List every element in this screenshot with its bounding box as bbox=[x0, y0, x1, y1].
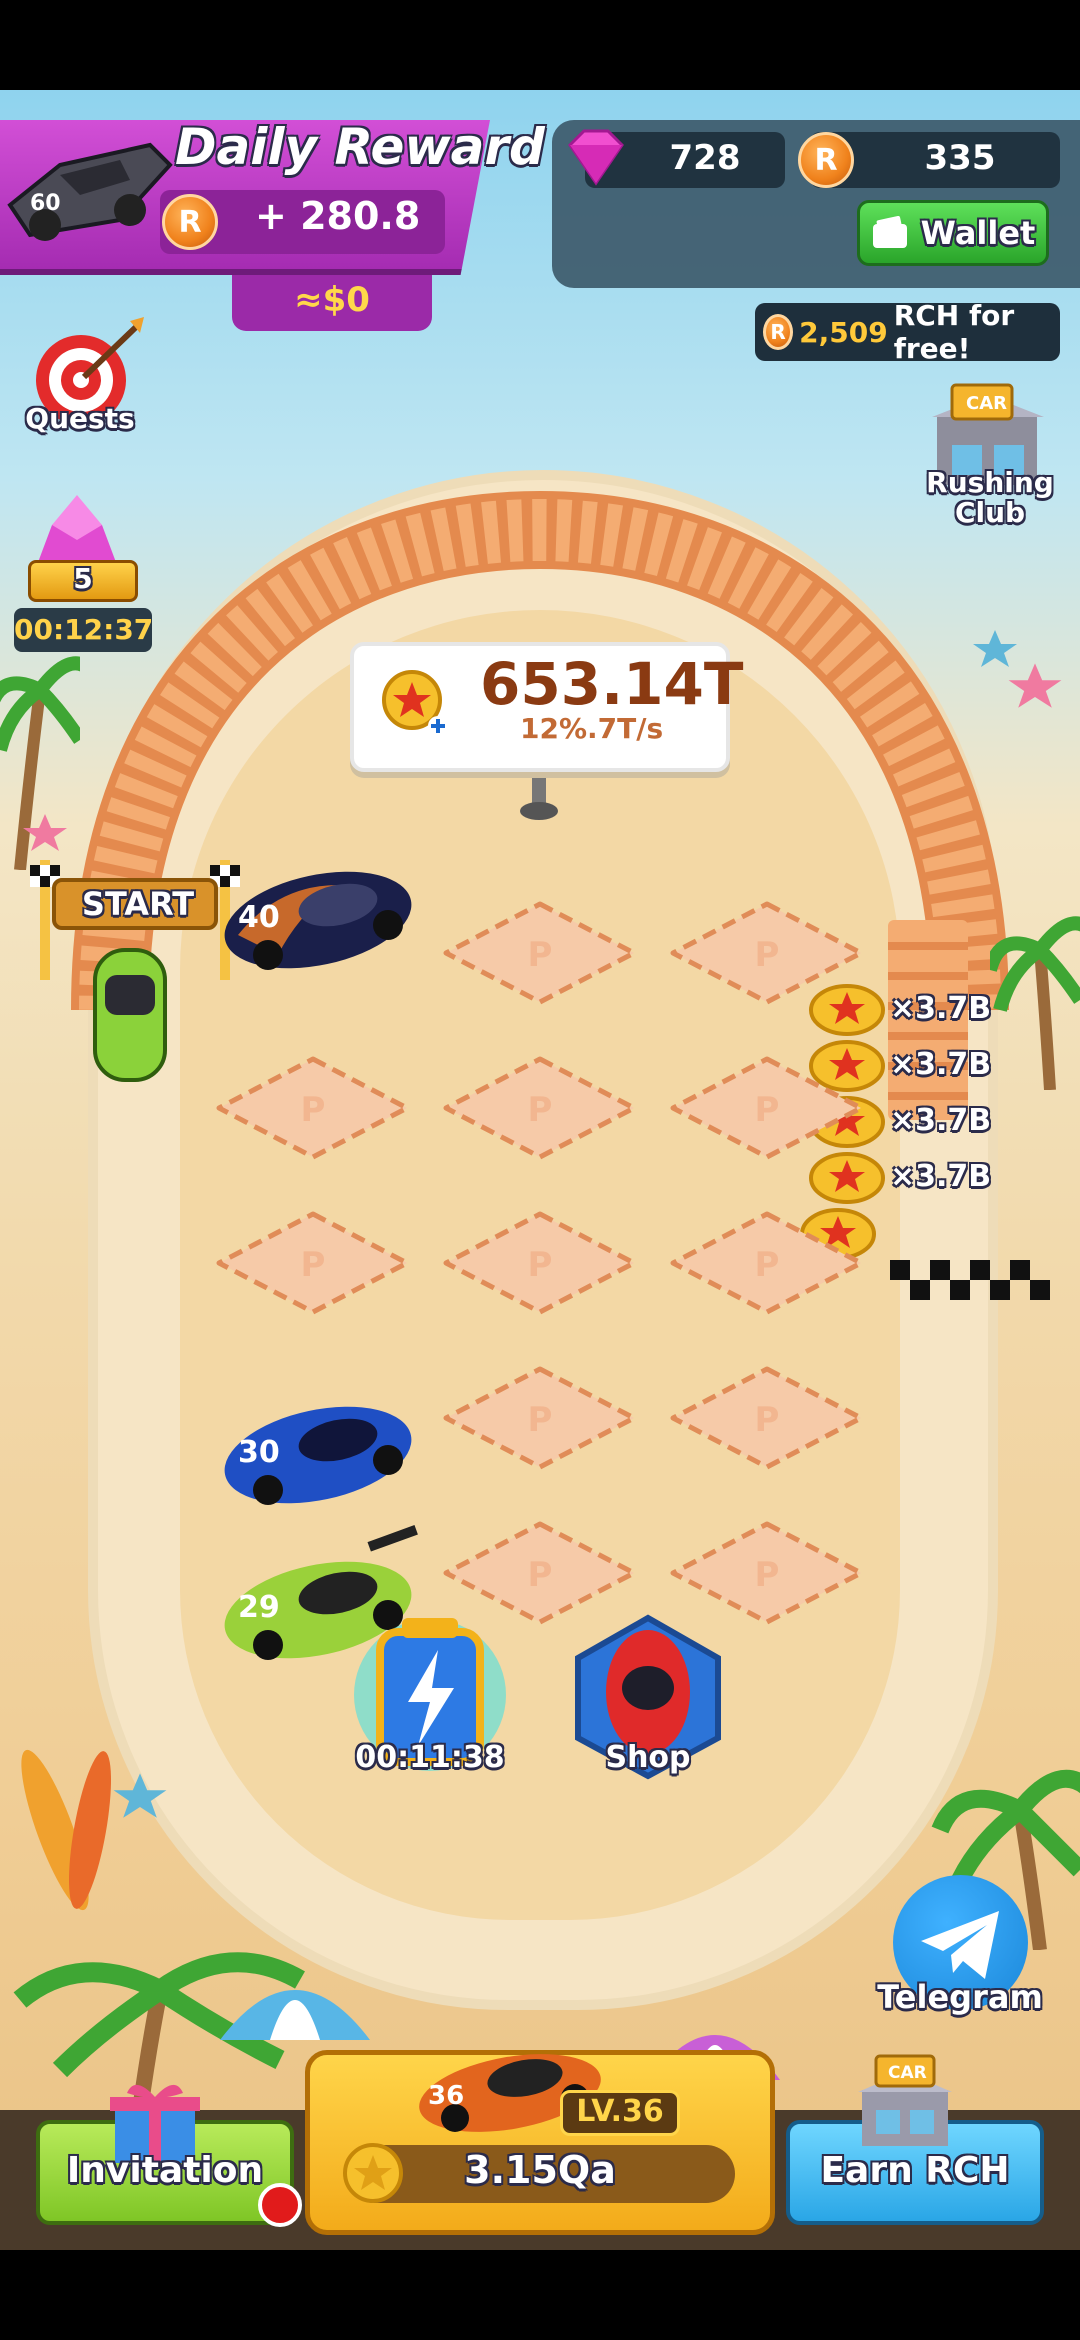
parked-car-40[interactable]: 40 bbox=[218, 845, 418, 975]
svg-text:P: P bbox=[528, 1555, 553, 1595]
svg-text:P: P bbox=[528, 1400, 553, 1440]
daily-reward-usd: ≈$0 bbox=[294, 280, 370, 320]
svg-text:P: P bbox=[528, 1245, 553, 1285]
multiplier-label: ×3.7B bbox=[890, 1046, 992, 1082]
shop-label: Shop bbox=[605, 1740, 691, 1775]
star-coin-plus-icon bbox=[382, 670, 448, 736]
starfish-icon bbox=[113, 1773, 167, 1818]
parking-slot[interactable]: P bbox=[440, 1053, 640, 1163]
wallet-button[interactable]: Wallet bbox=[857, 200, 1049, 266]
race-car-green[interactable] bbox=[80, 940, 180, 1090]
start-label: START bbox=[81, 885, 195, 923]
daily-reward-amount: + 280.8 bbox=[255, 194, 421, 238]
free-rch-text: RCH for free! bbox=[893, 299, 1015, 365]
quests-label: Quests bbox=[25, 402, 135, 435]
svg-text:P: P bbox=[528, 935, 553, 975]
parking-slot[interactable]: P bbox=[667, 1208, 867, 1318]
score-rate: 12%.7T/s bbox=[520, 712, 664, 745]
svg-text:CAR: CAR bbox=[966, 393, 1007, 414]
svg-text:P: P bbox=[755, 1090, 780, 1130]
car-shop-building-icon: CAR bbox=[858, 2054, 952, 2146]
svg-text:30: 30 bbox=[238, 1435, 280, 1470]
svg-text:P: P bbox=[528, 1090, 553, 1130]
surfboards bbox=[21, 1749, 112, 1911]
level-label: LV.36 bbox=[576, 2094, 664, 2129]
parking-slot[interactable]: P bbox=[213, 1208, 413, 1318]
svg-text:29: 29 bbox=[238, 1590, 280, 1625]
rushing-club-label-line1: Rushing bbox=[926, 466, 1054, 499]
rch-coin-icon: R bbox=[798, 132, 854, 188]
parking-slot[interactable]: P bbox=[213, 1053, 413, 1163]
multiplier-label: ×3.7B bbox=[890, 1158, 992, 1194]
parking-slot[interactable]: P bbox=[667, 898, 867, 1008]
multiplier-label: ×3.7B bbox=[890, 1102, 992, 1138]
parking-slot[interactable]: P bbox=[667, 1363, 867, 1473]
rch-coin-icon: R bbox=[162, 194, 218, 250]
wallet-label: Wallet bbox=[920, 214, 1036, 252]
parked-car-30[interactable]: 30 bbox=[218, 1380, 418, 1510]
starfish-icon bbox=[23, 814, 67, 851]
boost-timer: 00:11:38 bbox=[355, 1740, 505, 1775]
svg-text:P: P bbox=[755, 1400, 780, 1440]
svg-text:40: 40 bbox=[238, 900, 280, 935]
rushing-club-label-line2: Club bbox=[954, 496, 1026, 529]
score-sign-base bbox=[520, 802, 558, 820]
svg-text:P: P bbox=[301, 1090, 326, 1130]
game-screen: 60 Daily Reward R + 280.8 ≈$0 728 R 335 … bbox=[0, 90, 1080, 2250]
buy-car-price: 3.15Qa bbox=[464, 2148, 616, 2192]
finish-line bbox=[890, 1260, 1050, 1300]
parking-slot[interactable]: P bbox=[440, 898, 640, 1008]
daily-reward-title: Daily Reward bbox=[175, 118, 545, 176]
rushing-club-label: Rushing Club bbox=[900, 468, 1080, 528]
notification-dot bbox=[258, 2183, 302, 2227]
telegram-label: Telegram bbox=[877, 1978, 1043, 2016]
free-rch-tooltip[interactable]: R 2,509 RCH for free! bbox=[755, 299, 1060, 365]
rch-count: 335 bbox=[924, 138, 996, 178]
svg-text:60: 60 bbox=[30, 191, 61, 216]
total-score: 653.14T bbox=[480, 650, 744, 718]
rch-coin-icon: R bbox=[763, 314, 794, 350]
gem-count: 728 bbox=[669, 138, 741, 178]
parking-slot[interactable]: P bbox=[440, 1518, 640, 1628]
parking-slot[interactable]: P bbox=[667, 1053, 867, 1163]
svg-text:CAR: CAR bbox=[888, 2063, 927, 2083]
wallet-icon bbox=[872, 216, 907, 248]
svg-text:P: P bbox=[755, 1245, 780, 1285]
gem-icon bbox=[568, 129, 624, 186]
parking-slot[interactable]: P bbox=[667, 1518, 867, 1628]
svg-text:36: 36 bbox=[428, 2081, 464, 2111]
svg-text:P: P bbox=[301, 1245, 326, 1285]
chest-timer: 00:12:37 bbox=[14, 608, 153, 652]
svg-text:P: P bbox=[755, 1555, 780, 1595]
parking-slot[interactable]: P bbox=[440, 1208, 640, 1318]
earn-rch-label: Earn RCH bbox=[820, 2150, 1010, 2191]
chest-count: 5 bbox=[73, 562, 93, 595]
daily-reward-car: 60 bbox=[7, 142, 173, 241]
parking-slot[interactable]: P bbox=[440, 1363, 640, 1473]
free-rch-amount: 2,509 bbox=[799, 315, 888, 349]
invitation-label: Invitation bbox=[66, 2150, 264, 2191]
starfish-icon bbox=[973, 630, 1017, 667]
svg-text:P: P bbox=[755, 935, 780, 975]
multiplier-label: ×3.7B bbox=[890, 990, 992, 1026]
